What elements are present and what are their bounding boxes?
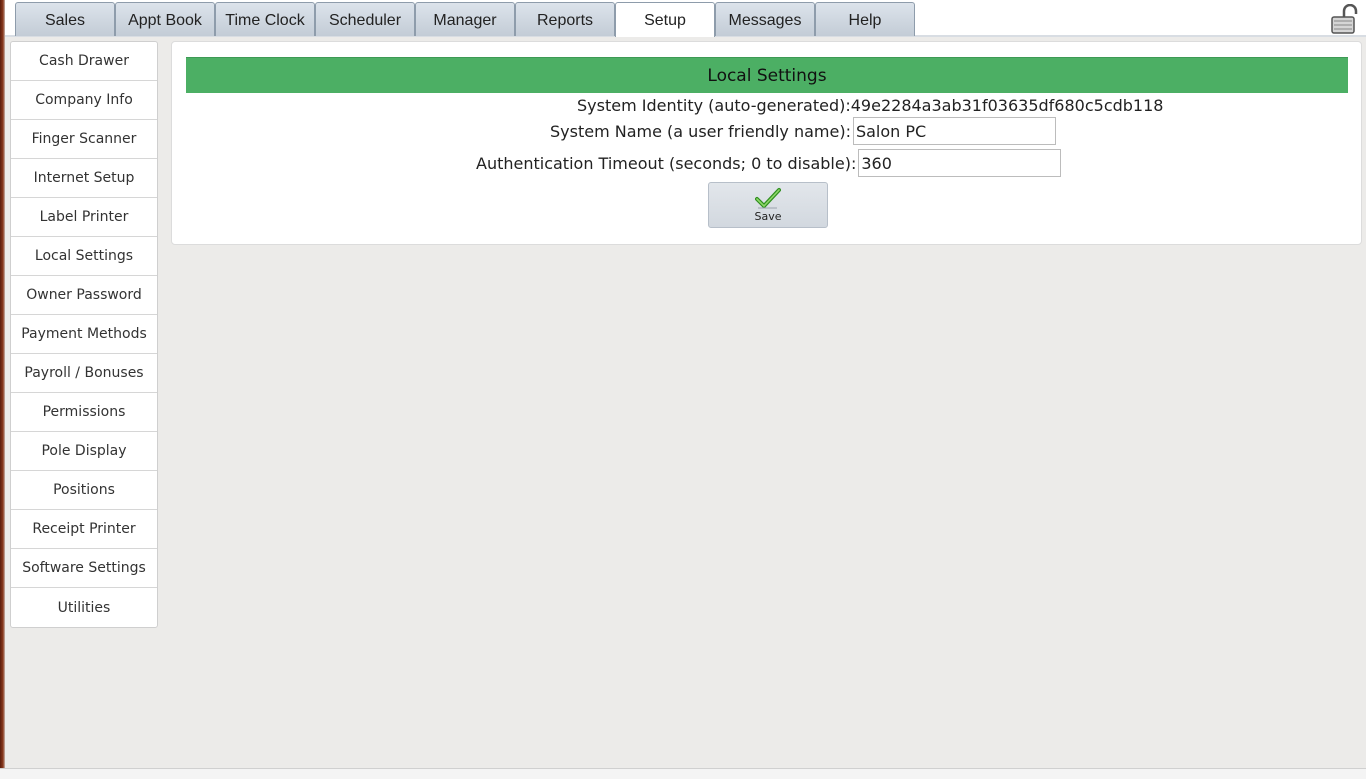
sidebar-item-label-printer[interactable]: Label Printer [11,198,157,237]
system-identity-row: System Identity (auto-generated): 49e228… [577,94,1163,116]
sidebar-item-pole-display[interactable]: Pole Display [11,432,157,471]
panel-title: Local Settings [186,57,1348,93]
sidebar-item-local-settings[interactable]: Local Settings [11,237,157,276]
sidebar-item-receipt-printer[interactable]: Receipt Printer [11,510,157,549]
sidebar-item-positions[interactable]: Positions [11,471,157,510]
sidebar-item-finger-scanner[interactable]: Finger Scanner [11,120,157,159]
system-identity-value: 49e2284a3ab31f03635df680c5cdb118 [850,95,1164,115]
auth-timeout-input[interactable]: 360 [858,149,1062,177]
sidebar-item-owner-password[interactable]: Owner Password [11,276,157,315]
tab-messages[interactable]: Messages [715,2,815,36]
sidebar-item-internet-setup[interactable]: Internet Setup [11,159,157,198]
save-button[interactable]: Save [708,182,828,228]
system-name-row: System Name (a user friendly name): Salo… [550,117,1056,145]
tab-manager[interactable]: Manager [415,2,515,36]
window-bottom-edge [0,768,1366,779]
tab-scheduler[interactable]: Scheduler [315,2,415,36]
system-name-label: System Name (a user friendly name): [550,121,851,141]
sidebar-item-software-settings[interactable]: Software Settings [11,549,157,588]
tab-help[interactable]: Help [815,2,915,36]
auth-timeout-label: Authentication Timeout (seconds; 0 to di… [476,153,857,173]
sidebar-item-payment-methods[interactable]: Payment Methods [11,315,157,354]
sidebar-item-utilities[interactable]: Utilities [11,588,157,627]
green-checkmark-icon [755,188,781,209]
save-button-label: Save [754,210,782,223]
system-name-input[interactable]: Salon PC [852,117,1056,145]
auth-timeout-row: Authentication Timeout (seconds; 0 to di… [476,149,1062,177]
tab-appt-book[interactable]: Appt Book [115,2,215,36]
sidebar-item-payroll-bonuses[interactable]: Payroll / Bonuses [11,354,157,393]
setup-sidebar: Cash Drawer Company Info Finger Scanner … [10,41,158,628]
top-tab-bar: Sales Appt Book Time Clock Scheduler Man… [5,0,1366,37]
main-tabs: Sales Appt Book Time Clock Scheduler Man… [15,2,915,37]
sidebar-item-company-info[interactable]: Company Info [11,81,157,120]
system-identity-label: System Identity (auto-generated): [577,95,851,115]
window-left-edge [0,0,5,770]
tab-reports[interactable]: Reports [515,2,615,36]
tab-time-clock[interactable]: Time Clock [215,2,315,36]
tab-sales[interactable]: Sales [15,2,115,36]
unlocked-padlock-icon[interactable] [1330,4,1360,34]
tab-setup[interactable]: Setup [615,2,715,37]
sidebar-item-cash-drawer[interactable]: Cash Drawer [11,42,157,81]
sidebar-item-permissions[interactable]: Permissions [11,393,157,432]
local-settings-panel: Local Settings System Identity (auto-gen… [171,41,1362,245]
